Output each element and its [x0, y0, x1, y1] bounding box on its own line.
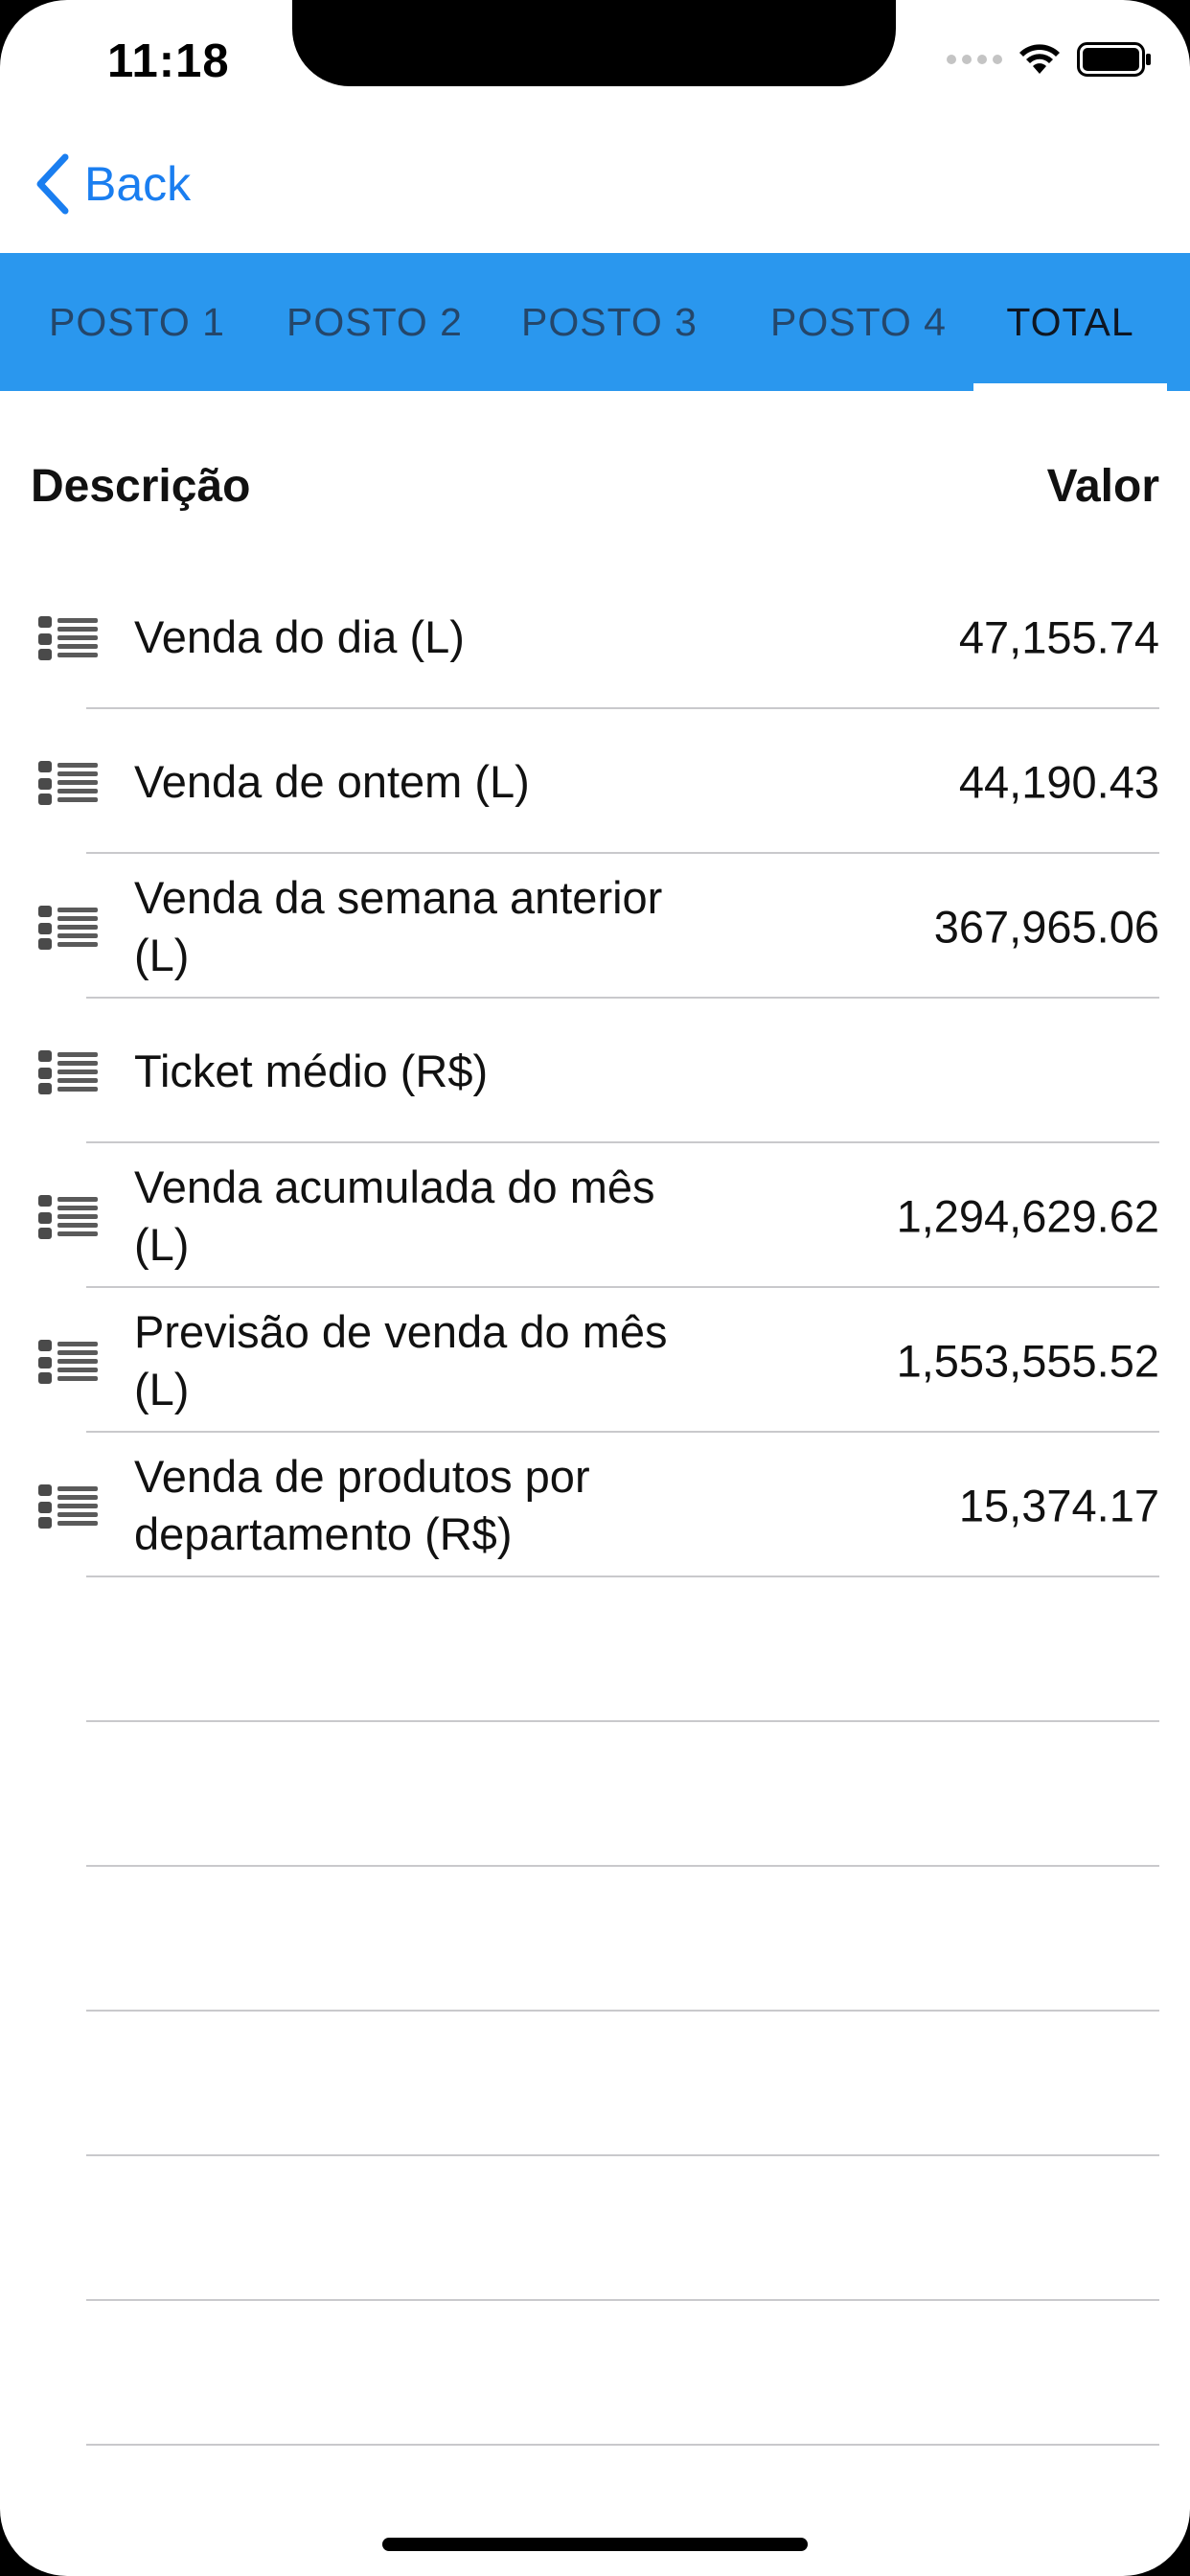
back-label: Back [84, 157, 192, 211]
table-row[interactable]: Venda de ontem (L) 44,190.43 [0, 709, 1190, 854]
empty-row [0, 2012, 1190, 2156]
row-separator [86, 2444, 1159, 2446]
row-value: 47,155.74 [958, 611, 1159, 662]
table-row[interactable]: Venda do dia (L) 47,155.74 [0, 564, 1190, 709]
battery-icon [1077, 42, 1151, 77]
list-icon [38, 1339, 98, 1384]
metrics-list: Venda do dia (L) 47,155.74 Venda de onte… [0, 564, 1190, 2446]
row-label: Previsão de venda do mês (L) [134, 1305, 668, 1414]
list-icon [38, 1194, 98, 1239]
table-row[interactable]: Ticket médio (R$) [0, 999, 1190, 1143]
table-row[interactable]: Previsão de venda do mês (L) 1,553,555.5… [0, 1288, 1190, 1433]
list-icon [38, 615, 98, 660]
row-label: Venda do dia (L) [134, 610, 465, 662]
device-notch [292, 0, 896, 86]
home-indicator[interactable] [382, 2538, 808, 2551]
row-label: Venda de produtos por departamento (R$) [134, 1450, 590, 1559]
tab-total[interactable]: TOTAL [973, 253, 1167, 391]
list-icon [38, 1484, 98, 1529]
list-icon [38, 905, 98, 950]
row-value: 1,294,629.62 [896, 1190, 1159, 1241]
column-header-value: Valor [1046, 461, 1159, 512]
cellular-signal-icon [947, 55, 1002, 64]
back-button[interactable]: Back [34, 153, 191, 215]
tab-bar: POSTO 1 POSTO 2 POSTO 3 POSTO 4 TOTAL [0, 253, 1190, 391]
column-header-description: Descrição [31, 461, 251, 512]
tab-posto-3[interactable]: POSTO 3 [475, 253, 744, 391]
active-tab-indicator [973, 383, 1167, 391]
list-icon [38, 760, 98, 805]
row-value: 15,374.17 [958, 1480, 1159, 1530]
tab-label: TOTAL [1006, 299, 1134, 344]
tab-label: POSTO 2 [286, 299, 463, 344]
status-time: 11:18 [107, 35, 230, 87]
table-row[interactable]: Venda da semana anterior (L) 367,965.06 [0, 854, 1190, 999]
row-label: Venda de ontem (L) [134, 755, 530, 807]
row-value: 367,965.06 [933, 901, 1159, 952]
app-screen: 11:18 Back POSTO 1 POSTO 2 POSTO 3 POSTO… [0, 0, 1190, 2576]
empty-row [0, 1722, 1190, 1867]
empty-row [0, 1867, 1190, 2012]
table-row[interactable]: Venda de produtos por departamento (R$) … [0, 1433, 1190, 1577]
empty-row [0, 2156, 1190, 2301]
status-icons [947, 42, 1152, 77]
wifi-icon [1019, 44, 1060, 74]
tab-posto-1[interactable]: POSTO 1 [0, 253, 274, 391]
tab-label: POSTO 4 [770, 299, 947, 344]
list-icon [38, 1049, 98, 1094]
row-value: 44,190.43 [958, 756, 1159, 807]
row-label: Venda da semana anterior (L) [134, 871, 663, 980]
tab-posto-2[interactable]: POSTO 2 [274, 253, 475, 391]
chevron-left-icon [36, 153, 69, 215]
row-value: 1,553,555.52 [896, 1335, 1159, 1386]
tab-posto-4[interactable]: POSTO 4 [744, 253, 973, 391]
empty-row [0, 1577, 1190, 1722]
tab-label: POSTO 1 [49, 299, 225, 344]
row-label: Ticket médio (R$) [134, 1045, 489, 1096]
row-label: Venda acumulada do mês (L) [134, 1161, 655, 1270]
table-row[interactable]: Venda acumulada do mês (L) 1,294,629.62 [0, 1143, 1190, 1288]
empty-row [0, 2301, 1190, 2446]
tab-label: POSTO 3 [521, 299, 698, 344]
